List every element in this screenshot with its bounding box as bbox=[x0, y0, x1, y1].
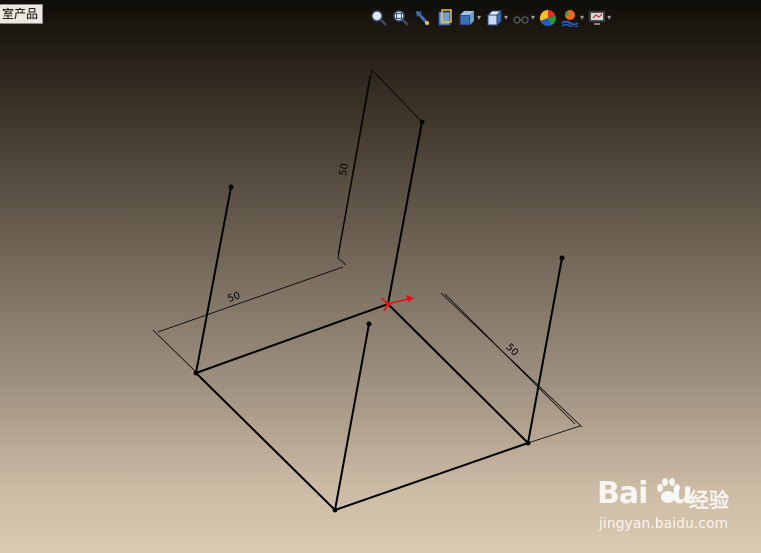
dimension-label-vertical[interactable]: 50 bbox=[338, 162, 351, 176]
sketch-origin-icon bbox=[380, 295, 414, 312]
sketch-line-leg-front[interactable] bbox=[334, 323, 370, 511]
3d-sketch-canvas[interactable]: 50 50 50 bbox=[0, 0, 761, 553]
sketch-point[interactable] bbox=[525, 440, 531, 446]
sketch-line-base-back[interactable] bbox=[195, 303, 389, 374]
dimension-line-front[interactable] bbox=[157, 266, 344, 333]
dimension-label-right[interactable]: 50 bbox=[503, 342, 520, 359]
sketch-point[interactable] bbox=[228, 184, 234, 190]
sketch-point[interactable] bbox=[332, 507, 338, 513]
sketch-line-base-right[interactable] bbox=[387, 303, 529, 444]
sketch-line-leg-right[interactable] bbox=[527, 257, 563, 444]
sketch-line-leg-back[interactable] bbox=[387, 121, 423, 305]
sketch-point[interactable] bbox=[366, 321, 372, 327]
sketch-point[interactable] bbox=[419, 119, 425, 125]
watermark-url: jingyan.baidu.com bbox=[599, 516, 729, 532]
sketch-line-base-front[interactable] bbox=[334, 442, 529, 511]
dimension-line-right[interactable] bbox=[444, 293, 576, 425]
sketch-line-base-left[interactable] bbox=[195, 372, 336, 511]
watermark-cn-text: 经验 bbox=[689, 488, 729, 512]
graphics-viewport[interactable]: 室产品 ▾ ▾ ▾ ▾ ▾ 50 50 50 Bai u 经验 jingyan.… bbox=[0, 0, 761, 553]
sketch-point[interactable] bbox=[193, 370, 199, 376]
dimension-label-front[interactable]: 50 bbox=[226, 290, 242, 305]
sketch-geometry bbox=[195, 121, 563, 511]
sketch-line-leg-left[interactable] bbox=[195, 186, 232, 374]
baidu-jingyan-watermark: Bai u 经验 jingyan.baidu.com bbox=[597, 476, 747, 538]
sketch-point[interactable] bbox=[559, 255, 565, 261]
sketch-endpoints bbox=[193, 119, 565, 513]
paw-icon bbox=[657, 478, 680, 503]
